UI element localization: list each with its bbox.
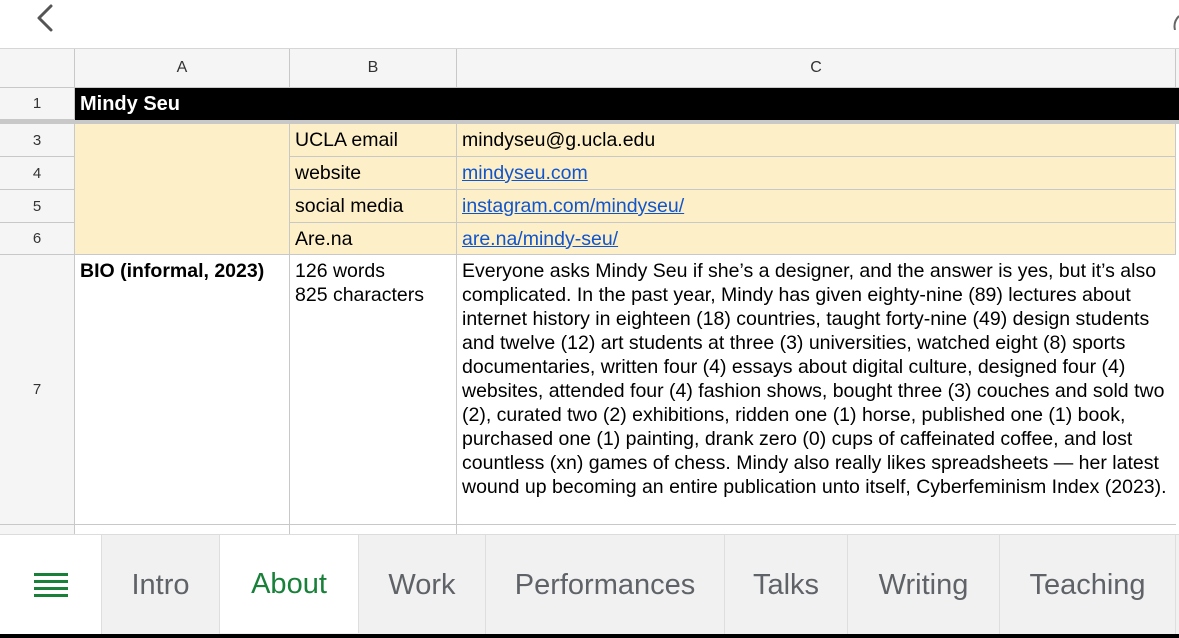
spreadsheet-grid: A B C 1 Mindy Seu 3 UCLA email mindyseu@… <box>0 48 1179 534</box>
row-header-partial <box>0 525 75 534</box>
contact-label-cell[interactable]: website <box>290 157 457 190</box>
bio-word-count: 126 words <box>295 260 385 282</box>
row-header-1[interactable]: 1 <box>0 88 75 120</box>
chevron-left-icon[interactable] <box>30 2 62 34</box>
partial-cell <box>75 525 290 534</box>
partial-cell <box>290 525 457 534</box>
tab-writing[interactable]: Writing <box>848 535 1000 635</box>
contact-value-cell[interactable]: mindyseu@g.ucla.edu <box>457 124 1176 157</box>
bio-text-cell[interactable]: Everyone asks Mindy Seu if she’s a desig… <box>457 255 1176 525</box>
select-all-corner[interactable] <box>0 49 75 88</box>
social-media-link[interactable]: instagram.com/mindyseu/ <box>462 194 684 218</box>
bio-label-cell[interactable]: BIO (informal, 2023) <box>75 255 290 525</box>
merged-blank-cell[interactable] <box>75 124 290 255</box>
row-header-5[interactable]: 5 <box>0 190 75 223</box>
contact-value-cell[interactable]: mindyseu.com <box>457 157 1176 190</box>
column-header-a[interactable]: A <box>75 49 290 88</box>
tab-talks[interactable]: Talks <box>725 535 848 635</box>
row-header-4[interactable]: 4 <box>0 157 75 190</box>
tab-teaching[interactable]: Teaching <box>1000 535 1176 635</box>
bottom-edge <box>0 634 1179 638</box>
contact-label-cell[interactable]: Are.na <box>290 223 457 255</box>
top-bar <box>0 0 1179 48</box>
tab-about[interactable]: About <box>220 535 359 633</box>
partial-icon <box>1173 15 1179 30</box>
bio-character-count: 825 characters <box>295 284 424 306</box>
sheet-tab-bar: Intro About Work Performances Talks Writ… <box>0 534 1179 635</box>
arena-link[interactable]: are.na/mindy-seu/ <box>462 227 618 251</box>
contact-label-cell[interactable]: social media <box>290 190 457 223</box>
contact-value-cell[interactable]: are.na/mindy-seu/ <box>457 223 1176 255</box>
row-header-6[interactable]: 6 <box>0 223 75 255</box>
row-header-3[interactable]: 3 <box>0 124 75 157</box>
contact-value-cell[interactable]: instagram.com/mindyseu/ <box>457 190 1176 223</box>
tab-performances[interactable]: Performances <box>486 535 725 635</box>
tab-work[interactable]: Work <box>359 535 486 635</box>
contact-label-cell[interactable]: UCLA email <box>290 124 457 157</box>
all-sheets-button[interactable] <box>0 535 102 635</box>
sheet-list-icon <box>33 573 68 597</box>
bio-stats-cell[interactable]: 126 words 825 characters <box>290 255 457 525</box>
column-header-c[interactable]: C <box>457 49 1176 88</box>
row-header-7[interactable]: 7 <box>0 255 75 525</box>
title-cell[interactable]: Mindy Seu <box>75 88 1179 120</box>
website-link[interactable]: mindyseu.com <box>462 161 588 185</box>
column-header-b[interactable]: B <box>290 49 457 88</box>
tab-intro[interactable]: Intro <box>102 535 220 635</box>
